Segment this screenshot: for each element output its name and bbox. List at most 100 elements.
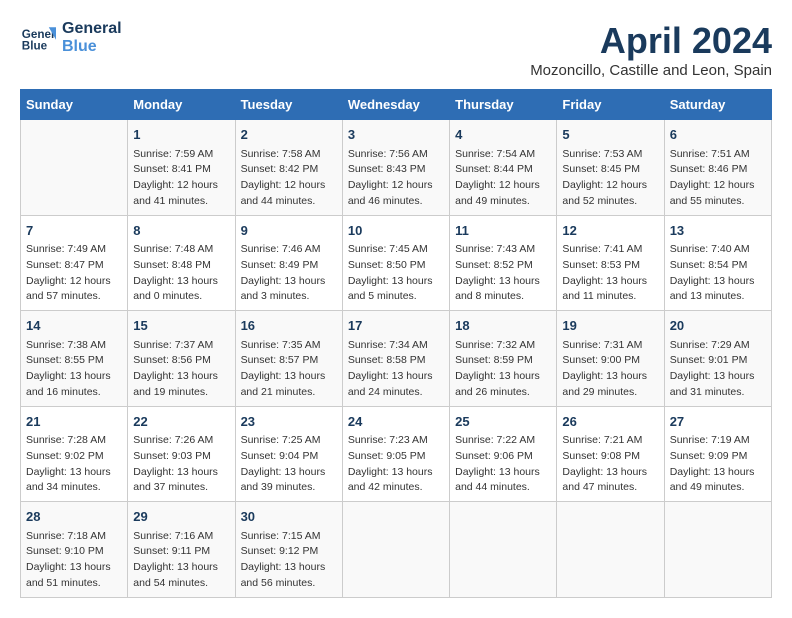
cell-line: and 54 minutes. [133,576,229,592]
cell-week3-day4: 25Sunrise: 7:22 AMSunset: 9:06 PMDayligh… [450,406,557,502]
cell-week2-day2: 16Sunrise: 7:35 AMSunset: 8:57 PMDayligh… [235,311,342,407]
cell-line: Daylight: 13 hours [133,560,229,576]
cell-line: Daylight: 13 hours [455,465,551,481]
cell-week1-day1: 8Sunrise: 7:48 AMSunset: 8:48 PMDaylight… [128,215,235,311]
cell-line: Sunset: 8:56 PM [133,353,229,369]
cell-week2-day1: 15Sunrise: 7:37 AMSunset: 8:56 PMDayligh… [128,311,235,407]
cell-line: Sunrise: 7:49 AM [26,242,122,258]
cell-week4-day2: 30Sunrise: 7:15 AMSunset: 9:12 PMDayligh… [235,502,342,598]
cell-line: Sunrise: 7:29 AM [670,338,766,354]
cell-line: and 37 minutes. [133,480,229,496]
cell-line: Sunrise: 7:56 AM [348,147,444,163]
day-number: 1 [133,125,229,145]
cell-week0-day3: 3Sunrise: 7:56 AMSunset: 8:43 PMDaylight… [342,120,449,216]
cell-line: and 16 minutes. [26,385,122,401]
day-number: 19 [562,316,658,336]
cell-line: Daylight: 13 hours [348,369,444,385]
title-block: April 2024 Mozoncillo, Castille and Leon… [530,20,772,79]
day-number: 20 [670,316,766,336]
cell-line: and 8 minutes. [455,289,551,305]
cell-line: and 39 minutes. [241,480,337,496]
cell-week0-day5: 5Sunrise: 7:53 AMSunset: 8:45 PMDaylight… [557,120,664,216]
day-number: 2 [241,125,337,145]
cell-week1-day6: 13Sunrise: 7:40 AMSunset: 8:54 PMDayligh… [664,215,771,311]
cell-line: Sunrise: 7:32 AM [455,338,551,354]
header-wednesday: Wednesday [342,90,449,120]
cell-line: Sunset: 9:04 PM [241,449,337,465]
day-number: 8 [133,221,229,241]
cell-line: Daylight: 13 hours [348,465,444,481]
cell-line: Sunset: 9:10 PM [26,544,122,560]
cell-line: Sunrise: 7:48 AM [133,242,229,258]
cell-week0-day1: 1Sunrise: 7:59 AMSunset: 8:41 PMDaylight… [128,120,235,216]
cell-line: Sunrise: 7:43 AM [455,242,551,258]
cell-line: and 0 minutes. [133,289,229,305]
day-number: 23 [241,412,337,432]
cell-line: Sunrise: 7:58 AM [241,147,337,163]
cell-line: and 49 minutes. [670,480,766,496]
cell-week0-day6: 6Sunrise: 7:51 AMSunset: 8:46 PMDaylight… [664,120,771,216]
day-number: 9 [241,221,337,241]
cell-line: Sunset: 8:44 PM [455,162,551,178]
page-header: General Blue General Blue April 2024 Moz… [20,20,772,79]
cell-line: Daylight: 12 hours [455,178,551,194]
cell-line: Daylight: 13 hours [241,560,337,576]
cell-line: Sunset: 9:03 PM [133,449,229,465]
header-monday: Monday [128,90,235,120]
cell-line: Sunrise: 7:18 AM [26,529,122,545]
cell-line: and 24 minutes. [348,385,444,401]
cell-line: Daylight: 13 hours [670,274,766,290]
month-title: April 2024 [530,20,772,62]
cell-line: Daylight: 13 hours [562,274,658,290]
week-row-0: 1 Sunrise: 7:59 AMSunset: 8:41 PM Daylight… [21,120,772,216]
cell-line: Sunrise: 7:59 AM [133,147,229,163]
cell-week2-day6: 20 Sunrise: 7:29 AMSunset: 9:01 PMDayligh… [664,311,771,407]
cell-line: Sunrise: 7:22 AM [455,433,551,449]
cell-line: Sunset: 8:43 PM [348,162,444,178]
cell-line: and 21 minutes. [241,385,337,401]
cell-line: Daylight: 12 hours [562,178,658,194]
day-number: 17 [348,316,444,336]
week-row-1: 7Sunrise: 7:49 AMSunset: 8:47 PMDaylight… [21,215,772,311]
cell-line: Sunset: 9:00 PM [562,353,658,369]
cell-line: Daylight: 13 hours [241,465,337,481]
cell-line: Sunset: 9:12 PM [241,544,337,560]
cell-line: Sunset: 8:45 PM [562,162,658,178]
cell-week2-day5: 19Sunrise: 7:31 AMSunset: 9:00 PMDayligh… [557,311,664,407]
calendar-table: SundayMondayTuesdayWednesdayThursdayFrid… [20,89,772,598]
cell-line: and 57 minutes. [26,289,122,305]
cell-line: Daylight: 13 hours [133,369,229,385]
cell-line: Daylight: 13 hours [26,465,122,481]
cell-week4-day3 [342,502,449,598]
cell-line: Daylight: 12 hours [348,178,444,194]
cell-line: Sunset: 9:01 PM [670,353,766,369]
cell-line: and 52 minutes. [562,194,658,210]
week-row-3: 21Sunrise: 7:28 AMSunset: 9:02 PMDayligh… [21,406,772,502]
cell-line: and 44 minutes. [241,194,337,210]
cell-line: and 3 minutes. [241,289,337,305]
cell-line: Sunrise: 7:21 AM [562,433,658,449]
cell-line: Sunrise: 7:40 AM [670,242,766,258]
cell-line: Sunset: 8:48 PM [133,258,229,274]
cell-line: Daylight: 13 hours [670,369,766,385]
cell-line: Sunrise: 7:46 AM [241,242,337,258]
day-number: 25 [455,412,551,432]
cell-line: Daylight: 12 hours [670,178,766,194]
cell-line: Sunrise: 7:19 AM [670,433,766,449]
day-number: 15 [133,316,229,336]
cell-week4-day5 [557,502,664,598]
cell-line: Daylight: 13 hours [455,274,551,290]
day-number: 16 [241,316,337,336]
cell-week2-day3: 17Sunrise: 7:34 AMSunset: 8:58 PMDayligh… [342,311,449,407]
cell-line: Sunset: 8:41 PM [133,162,229,178]
header-friday: Friday [557,90,664,120]
cell-line: Sunrise: 7:16 AM [133,529,229,545]
cell-week3-day1: 22Sunrise: 7:26 AMSunset: 9:03 PMDayligh… [128,406,235,502]
cell-week3-day6: 27Sunrise: 7:19 AMSunset: 9:09 PMDayligh… [664,406,771,502]
week-row-4: 28Sunrise: 7:18 AMSunset: 9:10 PMDayligh… [21,502,772,598]
cell-line: and 51 minutes. [26,576,122,592]
day-number: 10 [348,221,444,241]
day-number: 24 [348,412,444,432]
header-saturday: Saturday [664,90,771,120]
cell-line: and 41 minutes. [133,194,229,210]
